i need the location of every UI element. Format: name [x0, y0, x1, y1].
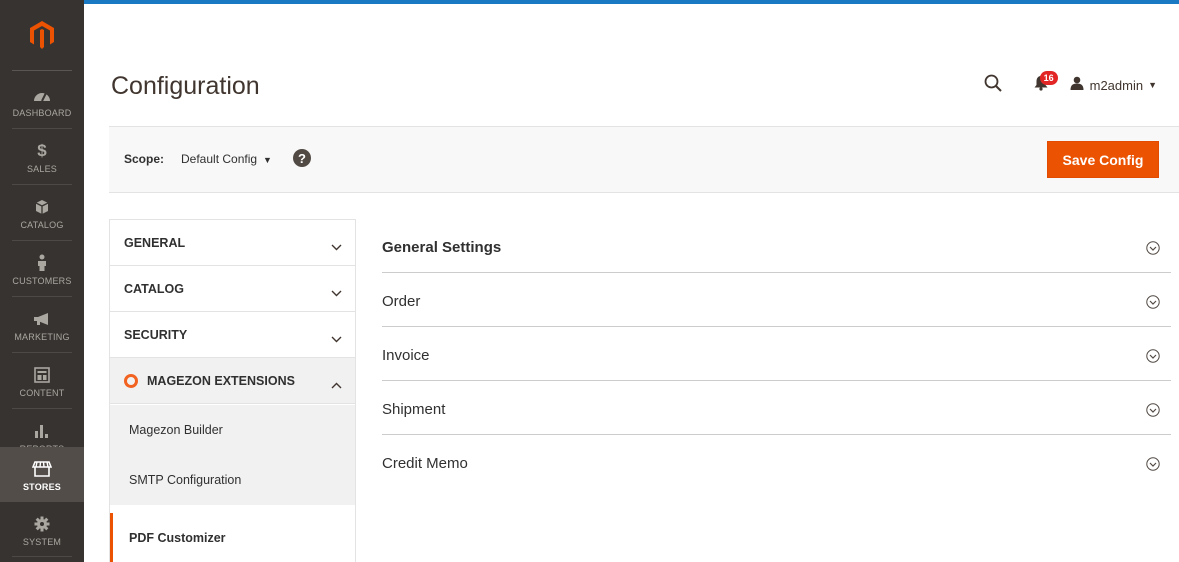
tab-item-magezon-builder[interactable]: Magezon Builder: [110, 405, 355, 455]
section-title: Shipment: [382, 401, 446, 418]
nav-marketing-label: MARKETING: [14, 331, 70, 342]
nav-content[interactable]: CONTENT: [0, 353, 84, 408]
chevron-down-icon: [331, 330, 342, 348]
tab-magezon-extensions[interactable]: MAGEZON EXTENSIONS: [110, 358, 355, 404]
nav-content-label: CONTENT: [19, 387, 65, 398]
scope-label: Scope:: [124, 152, 165, 166]
caret-down-icon: ▼: [1148, 80, 1157, 90]
section-shipment[interactable]: Shipment: [382, 381, 1171, 435]
logo-divider: [12, 70, 72, 71]
person-icon: [36, 252, 48, 274]
section-title: Order: [382, 293, 421, 310]
page-title: Configuration: [111, 72, 260, 100]
tab-general[interactable]: GENERAL: [110, 220, 355, 266]
dollar-icon: $: [37, 140, 47, 160]
nav-stores[interactable]: STORES: [0, 447, 84, 502]
user-name: m2admin: [1089, 77, 1144, 93]
nav-stores-label: STORES: [22, 481, 62, 492]
nav-customers-label: CUSTOMERS: [12, 275, 72, 286]
nav-sales-label: SALES: [26, 163, 58, 174]
nav-marketing[interactable]: MARKETING: [0, 297, 84, 352]
scope-toolbar: Scope: Default Config ▼ ? Save Config: [109, 126, 1179, 193]
user-account-menu[interactable]: m2admin ▼: [1070, 76, 1157, 95]
tab-label: MAGEZON EXTENSIONS: [147, 374, 295, 388]
config-tabs: GENERAL CATALOG SECURITY MAGEZON EXTENSI…: [109, 219, 356, 562]
tab-item-label: Magezon Builder: [129, 423, 223, 437]
section-invoice[interactable]: Invoice: [382, 327, 1171, 381]
bar-chart-icon: [34, 420, 50, 442]
expand-circle-icon[interactable]: [1146, 241, 1160, 260]
store-icon: [32, 458, 52, 480]
expand-circle-icon[interactable]: [1146, 295, 1160, 314]
section-title: Credit Memo: [382, 455, 468, 472]
cube-icon: [35, 196, 49, 218]
notifications-button[interactable]: 16: [1030, 71, 1058, 96]
admin-sidebar: DASHBOARD $ SALES CATALOG CUSTOMERS MARK…: [0, 0, 84, 562]
tab-item-label: PDF Customizer: [129, 531, 226, 545]
chevron-down-icon: [331, 238, 342, 256]
nav-catalog[interactable]: CATALOG: [0, 185, 84, 240]
notification-count-badge: 16: [1039, 71, 1058, 85]
section-general-settings[interactable]: General Settings: [382, 219, 1171, 273]
save-config-button[interactable]: Save Config: [1047, 141, 1159, 178]
expand-circle-icon[interactable]: [1146, 403, 1160, 422]
caret-down-icon: ▼: [263, 155, 272, 165]
megaphone-icon: [33, 308, 51, 330]
layout-icon: [34, 364, 50, 386]
nav-dashboard[interactable]: DASHBOARD: [0, 73, 84, 128]
dashboard-icon: [33, 84, 51, 106]
tab-catalog[interactable]: CATALOG: [110, 266, 355, 312]
tab-security[interactable]: SECURITY: [110, 312, 355, 358]
chevron-up-icon: [331, 376, 342, 394]
expand-circle-icon[interactable]: [1146, 349, 1160, 368]
header-actions: 16 m2admin ▼: [982, 71, 1157, 96]
section-order[interactable]: Order: [382, 273, 1171, 327]
nav-sales[interactable]: $ SALES: [0, 129, 84, 184]
tab-label: GENERAL: [124, 236, 186, 250]
nav-dashboard-label: DASHBOARD: [12, 107, 72, 118]
nav-divider: [12, 556, 72, 557]
tab-label: CATALOG: [124, 282, 184, 296]
nav-customers[interactable]: CUSTOMERS: [0, 241, 84, 296]
help-icon[interactable]: ?: [293, 149, 311, 167]
expand-circle-icon[interactable]: [1146, 457, 1160, 476]
section-title: Invoice: [382, 347, 430, 364]
gear-icon: [34, 513, 50, 535]
scope-switcher[interactable]: Default Config ▼: [181, 152, 272, 166]
search-icon: [984, 74, 1002, 97]
config-sections: General Settings Order Invoice Shipment …: [382, 219, 1171, 489]
nav-system-label: SYSTEM: [22, 536, 62, 547]
user-icon: [1070, 76, 1084, 95]
top-frame-bar: [0, 0, 1179, 4]
magezon-logo-icon: [124, 374, 138, 388]
tab-item-label: SMTP Configuration: [129, 473, 242, 487]
chevron-down-icon: [331, 284, 342, 302]
tab-item-pdf-customizer[interactable]: PDF Customizer: [110, 513, 355, 562]
tab-label: SECURITY: [124, 328, 188, 342]
scope-value: Default Config: [181, 152, 258, 166]
section-credit-memo[interactable]: Credit Memo: [382, 435, 1171, 489]
tab-item-smtp-configuration[interactable]: SMTP Configuration: [110, 455, 355, 505]
magento-logo[interactable]: [0, 0, 84, 70]
nav-system[interactable]: SYSTEM: [0, 502, 84, 557]
section-title: General Settings: [382, 239, 502, 256]
nav-catalog-label: CATALOG: [20, 219, 64, 230]
global-search-button[interactable]: [982, 74, 1004, 96]
